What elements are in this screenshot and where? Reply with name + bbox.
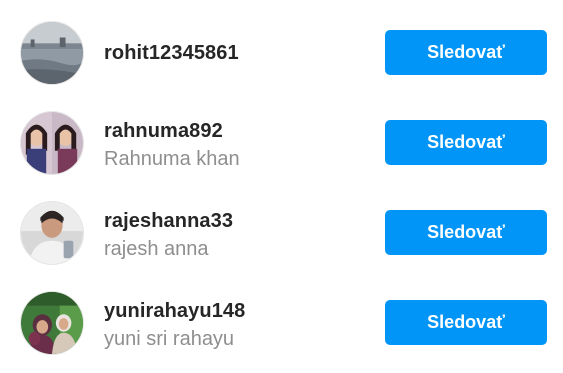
suggestion-row: rohit12345861 Sledovať [0, 0, 563, 90]
follow-button[interactable]: Sledovať [385, 120, 547, 165]
avatar[interactable] [20, 111, 84, 175]
follow-button[interactable]: Sledovať [385, 30, 547, 75]
avatar[interactable] [20, 201, 84, 265]
username[interactable]: yunirahayu148 [104, 300, 245, 323]
full-name: rajesh anna [104, 238, 209, 260]
avatar[interactable] [20, 21, 84, 85]
full-name: Rahnuma khan [104, 148, 240, 170]
suggestions-list: rohit12345861 Sledovať rahnuma892 Rahnum… [0, 0, 563, 373]
username[interactable]: rahnuma892 [104, 120, 223, 143]
follow-button[interactable]: Sledovať [385, 210, 547, 255]
username[interactable]: rajeshanna33 [104, 210, 233, 233]
follow-button[interactable]: Sledovať [385, 300, 547, 345]
suggestion-row: rahnuma892 Rahnuma khan Sledovať [0, 90, 563, 180]
suggestion-row: yunirahayu148 yuni sri rahayu Sledovať [0, 270, 563, 360]
suggestion-row: rajeshanna33 rajesh anna Sledovať [0, 180, 563, 270]
username[interactable]: rohit12345861 [104, 42, 239, 65]
full-name: yuni sri rahayu [104, 328, 235, 350]
avatar-image [21, 112, 83, 174]
avatar-image [21, 22, 83, 84]
avatar-image [21, 292, 83, 354]
avatar[interactable] [20, 291, 84, 355]
avatar-image [21, 202, 83, 264]
